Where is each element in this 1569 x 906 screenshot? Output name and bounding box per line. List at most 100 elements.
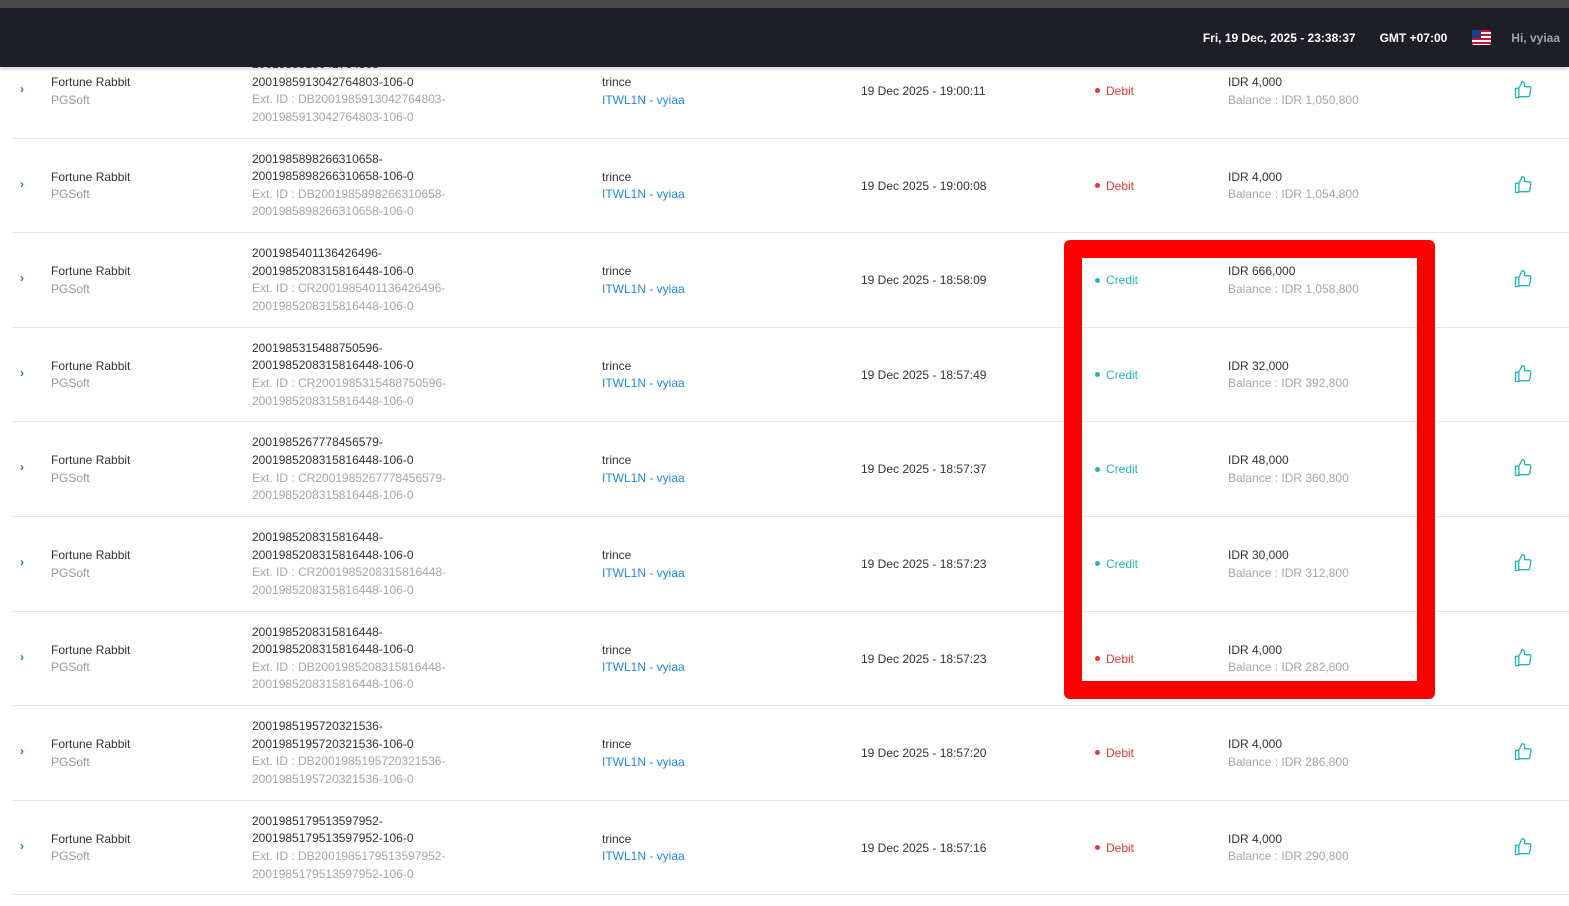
thumbs-up-icon[interactable] bbox=[1513, 458, 1533, 478]
external-id-line2: 2001985898266310658-106-0 bbox=[252, 204, 414, 219]
table-row[interactable]: › Fortune Rabbit PGSoft 2001985315488750… bbox=[13, 328, 1569, 423]
chevron-right-icon[interactable]: › bbox=[20, 838, 30, 858]
status-dot-icon bbox=[1095, 655, 1100, 661]
user-agent-link[interactable]: ITWL1N - vyiaa bbox=[602, 375, 685, 393]
user-agent-link[interactable]: ITWL1N - vyiaa bbox=[602, 92, 685, 110]
user-agent-link[interactable]: ITWL1N - vyiaa bbox=[602, 565, 685, 583]
us-flag-icon[interactable] bbox=[1472, 30, 1492, 45]
username: trince bbox=[602, 642, 632, 657]
transaction-id-line2: 2001985179513597952-106-0 bbox=[252, 831, 414, 846]
game-provider: PGSoft bbox=[51, 92, 90, 107]
transaction-type: Credit bbox=[1095, 556, 1138, 574]
thumbs-up-icon[interactable] bbox=[1513, 648, 1533, 668]
transaction-amount: IDR 48,000 bbox=[1228, 453, 1289, 468]
game-name: Fortune Rabbit bbox=[51, 831, 131, 846]
external-id-line1: Ext. ID : CR2001985315488750596- bbox=[252, 375, 447, 390]
game-cell: Fortune Rabbit PGSoft bbox=[51, 358, 130, 393]
amount-cell: IDR 4,000 Balance : IDR 1,050,800 bbox=[1228, 74, 1359, 109]
chevron-right-icon[interactable]: › bbox=[20, 554, 30, 574]
chevron-right-icon[interactable]: › bbox=[20, 270, 30, 290]
user-agent-link[interactable]: ITWL1N - vyiaa bbox=[602, 659, 685, 677]
user-agent-link[interactable]: ITWL1N - vyiaa bbox=[602, 186, 685, 204]
transaction-time: 19 Dec 2025 - 18:57:49 bbox=[861, 367, 987, 382]
thumbs-up-icon[interactable] bbox=[1513, 364, 1533, 384]
transaction-time: 19 Dec 2025 - 18:57:23 bbox=[861, 556, 987, 571]
transaction-id-cell: 2001985898266310658- 2001985898266310658… bbox=[252, 151, 552, 221]
balance-after: Balance : IDR 290,800 bbox=[1228, 849, 1349, 864]
transaction-id-cell: 2001985267778456579- 2001985208315816448… bbox=[252, 434, 552, 504]
thumbs-up-icon[interactable] bbox=[1513, 837, 1533, 857]
game-cell: Fortune Rabbit PGSoft bbox=[51, 452, 130, 487]
transaction-id-line1: 2001985208315816448- bbox=[252, 624, 383, 639]
transaction-time: 19 Dec 2025 - 19:00:08 bbox=[861, 178, 987, 193]
external-id-line1: Ext. ID : DB2001985195720321536- bbox=[252, 754, 446, 769]
user-agent-link[interactable]: ITWL1N - vyiaa bbox=[602, 754, 685, 772]
thumbs-up-icon[interactable] bbox=[1513, 742, 1533, 762]
game-name: Fortune Rabbit bbox=[51, 75, 131, 89]
transaction-type: Credit bbox=[1095, 272, 1138, 290]
external-id-line1: Ext. ID : DB2001985898266310658- bbox=[252, 186, 446, 201]
table-row[interactable]: › Fortune Rabbit PGSoft 2001985898266310… bbox=[13, 139, 1569, 234]
transaction-id-line2: 2001985208315816448-106-0 bbox=[252, 452, 414, 467]
chevron-right-icon[interactable]: › bbox=[20, 81, 30, 101]
transaction-type-label: Debit bbox=[1106, 178, 1135, 193]
username: trince bbox=[602, 547, 632, 562]
thumbs-up-icon[interactable] bbox=[1513, 553, 1533, 573]
transaction-amount: IDR 30,000 bbox=[1228, 547, 1289, 562]
user-agent-link[interactable]: ITWL1N - vyiaa bbox=[602, 848, 685, 866]
user-greeting[interactable]: Hi, vyiaa bbox=[1511, 31, 1560, 45]
balance-after: Balance : IDR 360,800 bbox=[1228, 470, 1349, 485]
external-id-line2: 2001985179513597952-106-0 bbox=[252, 866, 414, 881]
transaction-type: Credit bbox=[1095, 461, 1138, 479]
thumbs-up-icon[interactable] bbox=[1513, 175, 1533, 195]
balance-after: Balance : IDR 1,054,800 bbox=[1228, 187, 1359, 202]
game-name: Fortune Rabbit bbox=[51, 547, 131, 562]
transaction-amount: IDR 666,000 bbox=[1228, 264, 1296, 279]
game-cell: Fortune Rabbit PGSoft bbox=[51, 547, 130, 582]
user-agent-link[interactable]: ITWL1N - vyiaa bbox=[602, 281, 685, 299]
user-cell: trince ITWL1N - vyiaa bbox=[602, 547, 685, 582]
thumbs-up-icon[interactable] bbox=[1513, 80, 1533, 100]
game-provider: PGSoft bbox=[51, 565, 90, 580]
chevron-right-icon[interactable]: › bbox=[20, 176, 30, 196]
transaction-id-line1: 2001985179513597952- bbox=[252, 813, 383, 828]
user-cell: trince ITWL1N - vyiaa bbox=[602, 642, 685, 677]
transaction-type-label: Credit bbox=[1106, 556, 1139, 571]
table-row[interactable]: › Fortune Rabbit PGSoft 2001985179513597… bbox=[13, 801, 1569, 896]
chevron-right-icon[interactable]: › bbox=[20, 459, 30, 479]
amount-cell: IDR 32,000 Balance : IDR 392,800 bbox=[1228, 358, 1349, 393]
table-row[interactable]: › Fortune Rabbit PGSoft 2001985401136426… bbox=[13, 233, 1569, 328]
external-id-line2: 2001985913042764803-106-0 bbox=[252, 109, 414, 124]
external-id-line2: 2001985195720321536-106-0 bbox=[252, 771, 414, 786]
game-name: Fortune Rabbit bbox=[51, 169, 131, 184]
username: trince bbox=[602, 169, 632, 184]
browser-top-strip bbox=[0, 0, 1569, 8]
game-provider: PGSoft bbox=[51, 470, 90, 485]
table-row[interactable]: › Fortune Rabbit PGSoft 2001985208315816… bbox=[13, 517, 1569, 612]
external-id-line1: Ext. ID : DB2001985208315816448- bbox=[252, 659, 446, 674]
transaction-amount: IDR 4,000 bbox=[1228, 831, 1283, 846]
amount-cell: IDR 4,000 Balance : IDR 282,800 bbox=[1228, 642, 1349, 677]
transaction-amount: IDR 32,000 bbox=[1228, 358, 1289, 373]
table-row[interactable]: › Fortune Rabbit PGSoft 2001985208315816… bbox=[13, 612, 1569, 707]
transaction-type: Debit bbox=[1095, 840, 1134, 858]
user-cell: trince ITWL1N - vyiaa bbox=[602, 74, 685, 109]
amount-cell: IDR 4,000 Balance : IDR 286,800 bbox=[1228, 736, 1349, 771]
thumbs-up-icon[interactable] bbox=[1513, 269, 1533, 289]
chevron-right-icon[interactable]: › bbox=[20, 365, 30, 385]
username: trince bbox=[602, 75, 632, 89]
chevron-right-icon[interactable]: › bbox=[20, 649, 30, 669]
transaction-amount: IDR 4,000 bbox=[1228, 642, 1283, 657]
user-agent-link[interactable]: ITWL1N - vyiaa bbox=[602, 470, 685, 488]
transaction-id-cell: 2001985208315816448- 2001985208315816448… bbox=[252, 529, 552, 599]
table-row[interactable]: › Fortune Rabbit PGSoft 2001985195720321… bbox=[13, 706, 1569, 801]
table-row[interactable]: › Fortune Rabbit PGSoft 2001985267778456… bbox=[13, 422, 1569, 517]
balance-after: Balance : IDR 312,800 bbox=[1228, 565, 1349, 580]
chevron-right-icon[interactable]: › bbox=[20, 743, 30, 763]
game-provider: PGSoft bbox=[51, 660, 90, 675]
username: trince bbox=[602, 453, 632, 468]
amount-cell: IDR 4,000 Balance : IDR 290,800 bbox=[1228, 831, 1349, 866]
external-id-line1: Ext. ID : DB2001985179513597952- bbox=[252, 848, 446, 863]
transaction-id-cell: 2001985208315816448- 2001985208315816448… bbox=[252, 624, 552, 694]
transaction-time: 19 Dec 2025 - 19:00:11 bbox=[861, 84, 986, 98]
